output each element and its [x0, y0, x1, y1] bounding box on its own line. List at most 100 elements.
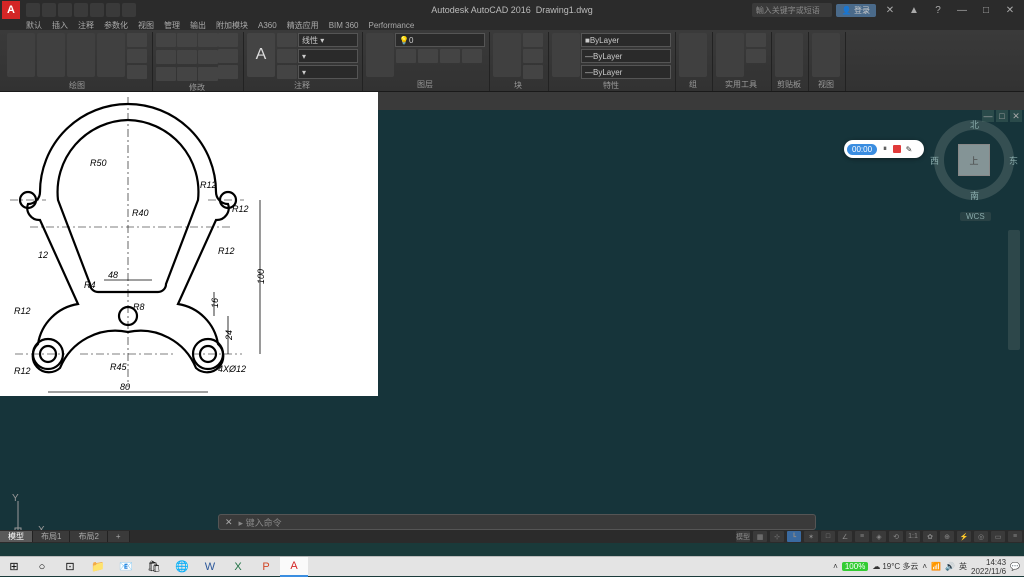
model-space-button[interactable]: 模型: [736, 531, 750, 542]
tab-performance[interactable]: Performance: [368, 21, 414, 30]
store-icon[interactable]: 🛍: [140, 557, 168, 577]
table-button[interactable]: [277, 65, 297, 79]
dim-linear-button[interactable]: [277, 33, 297, 47]
hardware-accel[interactable]: ⚡: [957, 531, 971, 542]
outlook-icon[interactable]: 📧: [112, 557, 140, 577]
ppt-icon[interactable]: P: [252, 557, 280, 577]
snap-toggle[interactable]: ⊹: [770, 531, 784, 542]
array-button[interactable]: [198, 67, 218, 81]
edit-attr-button[interactable]: [523, 65, 543, 79]
tab-featured[interactable]: 精选应用: [287, 20, 319, 31]
tab-annotate[interactable]: 注释: [78, 20, 94, 31]
leader-button[interactable]: [277, 49, 297, 63]
tab-addins[interactable]: 附加模块: [216, 20, 248, 31]
line-button[interactable]: [7, 33, 35, 77]
layer-lock-button[interactable]: [440, 49, 460, 63]
hatch-button[interactable]: [127, 65, 147, 79]
ortho-toggle[interactable]: ┗: [787, 531, 801, 542]
compass-w[interactable]: 西: [930, 154, 939, 167]
autocad-task-icon[interactable]: A: [280, 557, 308, 577]
edge-icon[interactable]: 🌐: [168, 557, 196, 577]
start-button[interactable]: ⊞: [0, 557, 28, 577]
explorer-icon[interactable]: 📁: [84, 557, 112, 577]
signin-button[interactable]: 👤 登录: [836, 4, 876, 17]
tab-parametric[interactable]: 参数化: [104, 20, 128, 31]
tray-volume-icon[interactable]: 🔊: [945, 562, 955, 571]
rect-button[interactable]: [127, 33, 147, 47]
grid-toggle[interactable]: ▦: [753, 531, 767, 542]
layout-tab-add[interactable]: +: [108, 531, 130, 542]
explode-button[interactable]: [218, 49, 238, 63]
qat-undo-icon[interactable]: [106, 3, 120, 17]
viewcube-top-face[interactable]: 上: [958, 144, 990, 176]
screen-recorder[interactable]: 00:00 ⏸ ✎: [844, 140, 924, 158]
qat-open-icon[interactable]: [42, 3, 56, 17]
base-view-button[interactable]: [812, 33, 840, 77]
leader-combo[interactable]: ▾: [298, 49, 358, 63]
anno-monitor[interactable]: ⊕: [940, 531, 954, 542]
excel-icon[interactable]: X: [224, 557, 252, 577]
mirror-button[interactable]: [177, 50, 197, 64]
arc-button[interactable]: [97, 33, 125, 77]
copy-button[interactable]: [156, 50, 176, 64]
group-button[interactable]: [679, 33, 707, 77]
compass-e[interactable]: 东: [1009, 154, 1018, 167]
clean-screen[interactable]: ▭: [991, 531, 1005, 542]
create-block-button[interactable]: [523, 33, 543, 47]
record-pause-button[interactable]: ⏸: [880, 144, 890, 154]
app-logo[interactable]: A: [2, 1, 20, 19]
tray-network-icon[interactable]: 📶: [931, 562, 941, 571]
command-line[interactable]: ✕ ▸ 键入命令: [218, 514, 816, 530]
quick-calc-button[interactable]: [746, 49, 766, 63]
edit-block-button[interactable]: [523, 49, 543, 63]
layout-tab-model[interactable]: 模型: [0, 531, 33, 542]
close-button[interactable]: ✕: [1000, 5, 1020, 16]
compass-n[interactable]: 北: [970, 118, 979, 131]
word-icon[interactable]: W: [196, 557, 224, 577]
polar-toggle[interactable]: ✶: [804, 531, 818, 542]
qat-print-icon[interactable]: [90, 3, 104, 17]
anno-scale[interactable]: 1:1: [906, 531, 920, 542]
fillet-button[interactable]: [198, 50, 218, 64]
layer-freeze-button[interactable]: [396, 49, 416, 63]
move-button[interactable]: [156, 33, 176, 47]
cycling-toggle[interactable]: ⟲: [889, 531, 903, 542]
otrack-toggle[interactable]: ∠: [838, 531, 852, 542]
stretch-button[interactable]: [156, 67, 176, 81]
tray-weather[interactable]: ☁ 19°C 多云: [872, 561, 918, 572]
polyline-button[interactable]: [37, 33, 65, 77]
tab-output[interactable]: 输出: [190, 20, 206, 31]
tray-expand-icon[interactable]: ˄: [833, 562, 838, 571]
transparency-toggle[interactable]: ◈: [872, 531, 886, 542]
compass-s[interactable]: 南: [970, 189, 979, 202]
color-combo[interactable]: ■ ByLayer: [581, 33, 671, 47]
minimize-button[interactable]: —: [952, 5, 972, 16]
select-button[interactable]: [746, 33, 766, 47]
lwt-toggle[interactable]: ≡: [855, 531, 869, 542]
layout-tab-2[interactable]: 布局2: [70, 531, 107, 542]
isolate-button[interactable]: ◎: [974, 531, 988, 542]
cmd-close-icon[interactable]: ✕: [225, 517, 233, 528]
qat-save-icon[interactable]: [58, 3, 72, 17]
properties-button[interactable]: [552, 33, 580, 77]
layout-tab-1[interactable]: 布局1: [33, 531, 70, 542]
layer-off-button[interactable]: [418, 49, 438, 63]
stayconnected-icon[interactable]: ▲: [904, 5, 924, 16]
viewcube[interactable]: 上 北 南 东 西 WCS: [934, 120, 1014, 200]
paste-button[interactable]: [775, 33, 803, 77]
tray-clock[interactable]: 14:43 2022/11/6: [971, 558, 1006, 576]
tray-battery-icon[interactable]: 100%: [842, 562, 868, 571]
tab-manage[interactable]: 管理: [164, 20, 180, 31]
tray-notifications-icon[interactable]: 💬: [1010, 562, 1020, 571]
table-combo[interactable]: ▾: [298, 65, 358, 79]
taskview-button[interactable]: ⊡: [56, 557, 84, 577]
qat-new-icon[interactable]: [26, 3, 40, 17]
tab-insert[interactable]: 插入: [52, 20, 68, 31]
layer-combo[interactable]: 💡 0: [395, 33, 485, 47]
drawing-canvas[interactable]: — □ ✕: [0, 110, 1024, 543]
help-search-input[interactable]: 輸入关键字或短语: [752, 3, 832, 17]
offset-button[interactable]: [218, 65, 238, 79]
layer-match-button[interactable]: [462, 49, 482, 63]
tray-ime[interactable]: 英: [959, 561, 967, 572]
tab-bim360[interactable]: BIM 360: [329, 21, 359, 30]
